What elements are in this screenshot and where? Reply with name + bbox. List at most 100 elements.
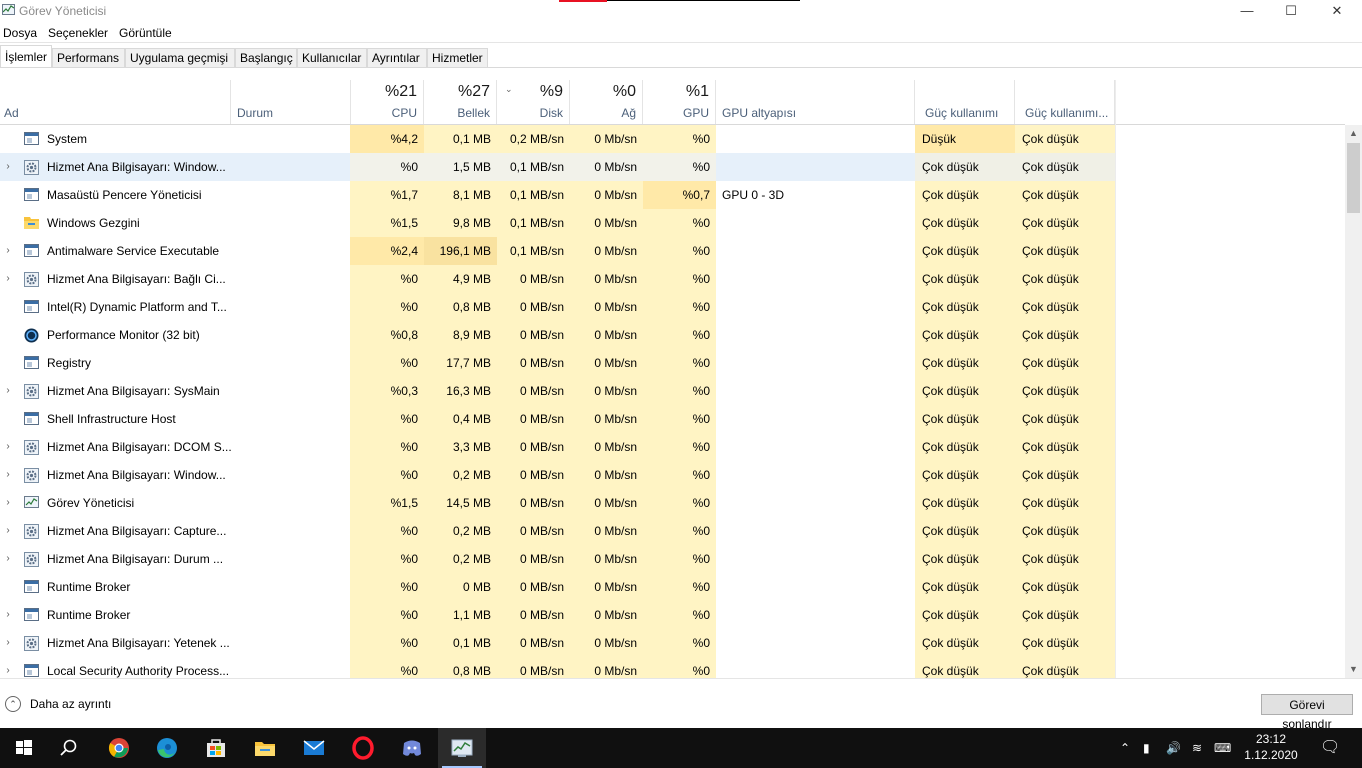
mail-icon[interactable] [290,728,338,768]
discord-icon[interactable] [388,728,436,768]
process-row[interactable]: › Hizmet Ana Bilgisayarı: Durum ... %0 0,2 … [0,545,1345,573]
close-button[interactable]: ✕ [1314,0,1360,22]
power-trend-value: Çok düşük [1015,657,1115,678]
tab-services[interactable]: Hizmetler [427,48,488,67]
vertical-scrollbar[interactable]: ▲ ▼ [1345,125,1362,678]
memory-value: 196,1 MB [424,237,497,265]
chevron-right-icon[interactable]: › [3,386,13,396]
chevron-right-icon[interactable]: › [3,442,13,452]
process-row[interactable]: Windows Gezgini %1,5 9,8 MB 0,1 MB/sn 0 Mb/s… [0,209,1345,237]
chevron-right-icon[interactable]: › [3,554,13,564]
chevron-up-tray-icon[interactable]: ⌃ [1120,728,1130,768]
process-row[interactable]: › Runtime Broker %0 1,1 MB 0 MB/sn 0 Mb/sn %0 Ç… [0,601,1345,629]
end-task-button[interactable]: Görevi sonlandır [1261,694,1353,731]
process-row[interactable]: System %4,2 0,1 MB 0,2 MB/sn 0 Mb/sn %0 Düşük Ç… [0,125,1345,153]
chevron-right-icon[interactable]: › [3,246,13,256]
gpu-value: %0 [643,125,716,153]
chevron-up-circle-icon[interactable]: ⌃ [5,696,21,712]
maximize-button[interactable]: ☐ [1268,0,1314,22]
search-icon[interactable] [45,728,93,768]
gpu-value: %0 [643,321,716,349]
process-row[interactable]: › Hizmet Ana Bilgisayarı: SysMain %0,3 16,3… [0,377,1345,405]
battery-icon[interactable]: ▮ [1143,728,1150,768]
power-usage-value: Çok düşük [915,489,1015,517]
cpu-total-percent: %21 [384,83,417,100]
gpu-engine-value [716,237,915,265]
chrome-icon[interactable] [95,728,143,768]
column-header-gpu[interactable]: %1 GPU [643,80,716,125]
file-explorer-icon[interactable] [241,728,289,768]
power-trend-value: Çok düşük [1015,629,1115,657]
process-row[interactable]: › Hizmet Ana Bilgisayarı: Capture... %0 0,2… [0,517,1345,545]
gpu-engine-value [716,629,915,657]
tab-strip: İşlemler Performans Uygulama geçmişi Baş… [0,45,1362,68]
process-row[interactable]: › Local Security Authority Process... %0 0,… [0,657,1345,678]
scroll-up-arrow-icon[interactable]: ▲ [1345,125,1362,142]
tab-details[interactable]: Ayrıntılar [367,48,427,67]
process-row[interactable]: › Hizmet Ana Bilgisayarı: Bağlı Ci... %0 4,… [0,265,1345,293]
tab-processes[interactable]: İşlemler [0,45,52,68]
column-header-name[interactable]: Ad [0,80,231,125]
process-name: Hizmet Ana Bilgisayarı: Durum ... [47,552,224,566]
volume-icon[interactable]: 🔊 [1166,728,1181,768]
network-value: 0 Mb/sn [570,489,643,517]
tab-users[interactable]: Kullanıcılar [297,48,367,67]
tab-performance[interactable]: Performans [52,48,125,67]
process-row[interactable]: › Antimalware Service Executable %2,4 196,1… [0,237,1345,265]
menu-file[interactable]: Dosya [3,26,37,40]
column-header-network[interactable]: %0 Ağ [570,80,643,125]
process-row[interactable]: Performance Monitor (32 bit) %0,8 8,9 MB 0 … [0,321,1345,349]
process-row[interactable]: › Hizmet Ana Bilgisayarı: DCOM S... %0 3,3 … [0,433,1345,461]
column-header-power-trend[interactable]: Güç kullanımı... [1015,80,1115,125]
column-header-status[interactable]: Durum [231,80,351,125]
scroll-down-arrow-icon[interactable]: ▼ [1345,661,1362,678]
task-manager-taskbar-icon[interactable] [438,728,486,768]
process-row[interactable]: Intel(R) Dynamic Platform and T... %0 0,8 … [0,293,1345,321]
process-row[interactable]: › Görev Yöneticisi %1,5 14,5 MB 0 MB/sn 0 Mb/… [0,489,1345,517]
disk-value: 0 MB/sn [497,657,570,678]
gpu-engine-value [716,293,915,321]
chevron-right-icon[interactable]: › [3,470,13,480]
gpu-value: %0 [643,461,716,489]
keyboard-icon[interactable]: ⌨ [1214,728,1231,768]
scroll-thumb[interactable] [1347,143,1360,213]
chevron-right-icon[interactable]: › [3,638,13,648]
fewer-details-link[interactable]: Daha az ayrıntı [30,697,111,711]
tab-startup[interactable]: Başlangıç [235,48,297,67]
store-icon[interactable] [192,728,240,768]
power-usage-value: Çok düşük [915,545,1015,573]
disk-value: 0 MB/sn [497,573,570,601]
edge-icon[interactable] [143,728,191,768]
windows-start-icon[interactable] [0,728,48,768]
chevron-right-icon[interactable]: › [3,274,13,284]
chevron-right-icon[interactable]: › [3,666,13,676]
minimize-button[interactable]: — [1224,0,1270,22]
menu-options[interactable]: Seçenekler [48,26,108,40]
power-usage-value: Çok düşük [915,321,1015,349]
wifi-icon[interactable]: ≋ [1192,728,1202,768]
chevron-right-icon[interactable]: › [3,610,13,620]
process-row[interactable]: › Hizmet Ana Bilgisayarı: Window... %0 0,2 … [0,461,1345,489]
process-row[interactable]: Runtime Broker %0 0 MB 0 MB/sn 0 Mb/sn %0 Çok … [0,573,1345,601]
power-trend-value: Çok düşük [1015,237,1115,265]
process-row[interactable]: Masaüstü Pencere Yöneticisi %1,7 8,1 MB 0,1… [0,181,1345,209]
column-header-memory[interactable]: %27 Bellek [424,80,497,125]
process-row[interactable]: Shell Infrastructure Host %0 0,4 MB 0 MB/sn… [0,405,1345,433]
process-row[interactable]: Registry %0 17,7 MB 0 MB/sn 0 Mb/sn %0 Çok düş… [0,349,1345,377]
column-header-cpu[interactable]: %21 CPU [351,80,424,125]
menu-view[interactable]: Görüntüle [119,26,172,40]
chevron-right-icon[interactable]: › [3,498,13,508]
column-header-disk[interactable]: ⌄ %9 Disk [497,80,570,125]
process-row[interactable]: › Hizmet Ana Bilgisayarı: Yetenek ... %0 0,… [0,629,1345,657]
clock[interactable]: 23:12 1.12.2020 [1236,731,1306,763]
notifications-icon[interactable]: 🗨 [1320,728,1340,768]
tab-app-history[interactable]: Uygulama geçmişi [125,48,235,67]
process-name: Görev Yöneticisi [47,496,135,510]
column-header-power[interactable]: Güç kullanımı [915,80,1015,125]
opera-icon[interactable] [339,728,387,768]
chevron-right-icon[interactable]: › [3,162,13,172]
process-name: Antimalware Service Executable [47,244,220,258]
chevron-right-icon[interactable]: › [3,526,13,536]
column-header-gpu-engine[interactable]: GPU altyapısı [716,80,915,125]
process-row[interactable]: › Hizmet Ana Bilgisayarı: Window... %0 1,5 … [0,153,1345,181]
